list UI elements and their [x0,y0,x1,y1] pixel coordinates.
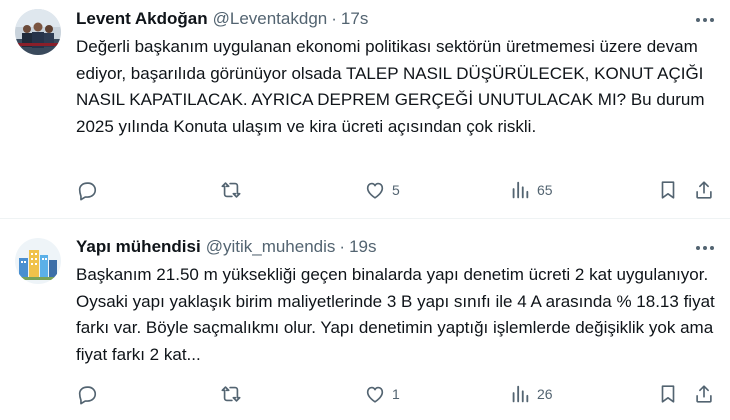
like-count: 5 [392,182,400,198]
tweet-header: Yapı mühendisi @yitik_muhendis · 19s [76,236,377,258]
share-icon [696,385,712,403]
ellipsis-icon [696,246,714,250]
retweet-icon [221,182,241,198]
reply-icon [78,386,97,405]
timestamp[interactable]: 17s [341,9,368,29]
author-name[interactable]: Yapı mühendisi [76,237,201,257]
reply-icon [78,182,97,201]
tweet-text: Değerli başkanım uygulanan ekonomi polit… [76,37,705,136]
share-button[interactable] [693,177,715,203]
retweet-icon [221,386,241,402]
share-button[interactable] [693,381,715,407]
separator-dot: · [331,9,337,28]
views-button[interactable]: 65 [509,177,553,203]
avatar[interactable] [15,9,61,55]
bar-chart-icon [512,181,529,199]
like-count: 1 [392,386,400,402]
tweet-feed: Levent Akdoğan @Leventakdgn · 17s Değerl… [0,0,730,420]
bookmark-icon [661,181,675,199]
bookmark-icon [661,385,675,403]
views-button[interactable]: 26 [509,381,553,407]
view-count: 65 [537,182,553,198]
view-count: 26 [537,386,553,402]
timestamp[interactable]: 19s [349,237,376,257]
more-options-button[interactable] [692,9,718,31]
tweet-card[interactable]: Yapı mühendisi @yitik_muhendis · 19s Baş… [0,220,730,420]
tweet-actions: 5 65 [76,177,721,203]
tweet-header: Levent Akdoğan @Leventakdgn · 17s [76,8,368,30]
bar-chart-icon [512,385,529,403]
bookmark-button[interactable] [657,381,679,407]
reply-button[interactable] [76,381,104,407]
tweet-text: Başkanım 21.50 m yüksekliği geçen binala… [76,265,715,364]
like-button[interactable]: 1 [364,381,400,407]
tweet-card[interactable]: Levent Akdoğan @Leventakdgn · 17s Değerl… [0,0,730,219]
separator-dot: · [339,237,346,256]
retweet-button[interactable] [220,381,248,407]
author-handle[interactable]: @Leventakdgn [213,9,328,29]
author-handle[interactable]: @yitik_muhendis [206,237,336,257]
share-icon [696,181,712,199]
author-name[interactable]: Levent Akdoğan [76,9,208,29]
heart-icon [366,386,384,403]
bookmark-button[interactable] [657,177,679,203]
reply-button[interactable] [76,177,104,203]
heart-icon [366,182,384,199]
tweet-actions: 1 26 [76,381,721,407]
like-button[interactable]: 5 [364,177,400,203]
retweet-button[interactable] [220,177,248,203]
more-options-button[interactable] [692,237,718,259]
avatar[interactable] [15,238,61,284]
ellipsis-icon [696,18,714,22]
